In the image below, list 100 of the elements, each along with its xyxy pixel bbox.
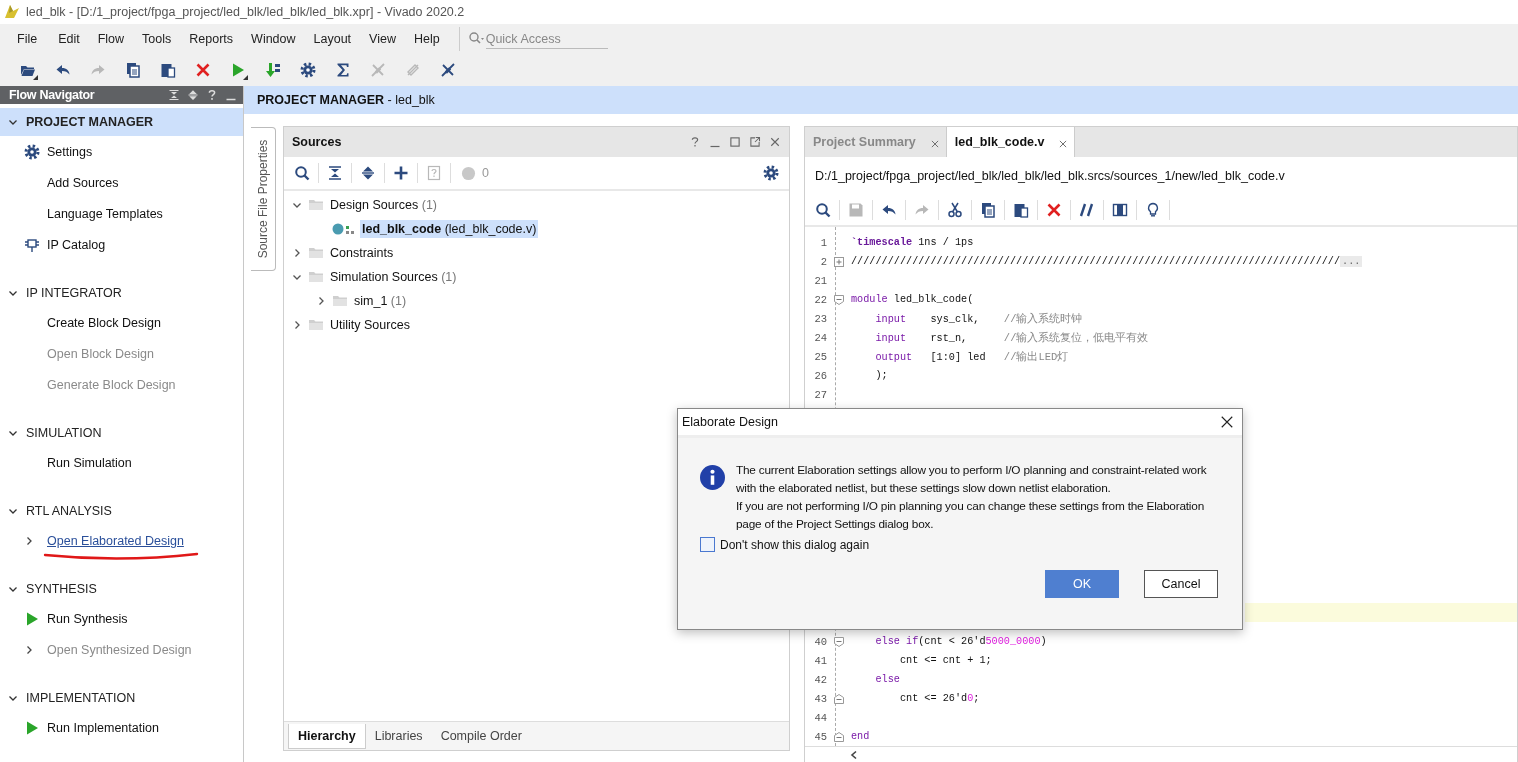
code-line: else if(cnt < 26'd5000_0000) xyxy=(874,636,1047,647)
play-icon xyxy=(24,610,40,627)
section-title: IMPLEMENTATION xyxy=(26,691,136,705)
tree-item[interactable]: Simulation Sources (1) xyxy=(328,268,459,286)
popout-icon[interactable] xyxy=(749,136,761,148)
section-row[interactable]: PROJECT MANAGER xyxy=(0,108,243,136)
chevron-right-icon[interactable] xyxy=(24,535,34,546)
folder-icon xyxy=(308,197,324,213)
delete-icon[interactable] xyxy=(194,62,211,78)
folder-icon xyxy=(308,245,324,261)
fold-collapse-icon[interactable] xyxy=(833,635,845,648)
fold-collapse-icon[interactable] xyxy=(833,293,845,306)
tree-item[interactable]: led_blk_code (led_blk_code.v) xyxy=(360,220,539,238)
chevron-down-icon[interactable] xyxy=(8,428,18,438)
menu-item[interactable]: Help xyxy=(404,30,449,48)
navigator-task[interactable]: Settings xyxy=(47,144,93,159)
navigator-task[interactable]: Open Elaborated Design xyxy=(47,533,184,548)
chevron-right-icon[interactable] xyxy=(24,644,34,655)
help-icon[interactable] xyxy=(206,89,218,101)
search-icon[interactable] xyxy=(815,202,831,218)
delete-icon[interactable] xyxy=(1046,202,1062,218)
chevron-right-icon[interactable] xyxy=(292,248,302,258)
section-title: SIMULATION xyxy=(26,426,102,440)
chevron-down-icon[interactable] xyxy=(8,584,18,594)
dropdown-corner-icon[interactable] xyxy=(243,75,248,80)
chevron-down-icon[interactable] xyxy=(8,288,18,298)
section-row[interactable]: SYNTHESIS xyxy=(0,575,243,603)
tree-item[interactable]: Constraints xyxy=(328,244,396,262)
section-row[interactable]: IP INTEGRATOR xyxy=(0,279,243,307)
tree-item[interactable]: Design Sources (1) xyxy=(328,196,439,214)
navigator-task[interactable]: Run Synthesis xyxy=(47,611,128,626)
navigator-task[interactable]: Run Implementation xyxy=(47,720,159,735)
tree-item[interactable]: Utility Sources xyxy=(328,316,412,334)
plus-icon[interactable] xyxy=(393,165,409,181)
section-row[interactable]: SIMULATION xyxy=(0,419,243,447)
play-icon xyxy=(24,719,40,736)
chevron-right-icon[interactable] xyxy=(316,296,326,306)
settings-icon[interactable] xyxy=(763,165,779,181)
section-row[interactable]: RTL ANALYSIS xyxy=(0,497,243,525)
line-number: 43 xyxy=(813,692,827,705)
fold-end-icon[interactable] xyxy=(833,692,845,705)
menu-item[interactable]: File xyxy=(8,30,50,48)
panel-tab[interactable]: Compile Order xyxy=(431,724,531,748)
line-number: 42 xyxy=(813,673,827,686)
dialog-button[interactable]: OK xyxy=(1045,570,1119,598)
expand-all-icon[interactable] xyxy=(360,165,376,181)
editor-tab[interactable]: led_blk_code.v xyxy=(946,127,1076,157)
info-icon xyxy=(700,465,725,490)
navigator-task[interactable]: Create Block Design xyxy=(47,315,161,330)
columns-icon[interactable] xyxy=(1112,202,1128,218)
download-icon[interactable] xyxy=(264,62,281,78)
chevron-down-icon[interactable] xyxy=(8,117,18,127)
dropdown-corner-icon[interactable] xyxy=(33,75,38,80)
navigator-task[interactable]: Language Templates xyxy=(47,206,163,221)
comment-slashes-icon[interactable] xyxy=(1079,202,1095,218)
chevron-down-icon[interactable] xyxy=(8,506,18,516)
side-tab[interactable]: Source File Properties xyxy=(251,127,276,271)
collapse-all-icon[interactable] xyxy=(327,165,343,181)
menu-item[interactable]: Tools xyxy=(133,30,181,48)
menu-item[interactable]: Reports xyxy=(180,30,243,48)
close-icon[interactable] xyxy=(1220,415,1234,429)
quick-access-field[interactable]: Quick Access xyxy=(485,29,608,49)
settings-icon[interactable] xyxy=(299,62,316,78)
checkbox-label[interactable]: Don't show this dialog again xyxy=(720,537,870,552)
navigator-task[interactable]: Add Sources xyxy=(47,175,119,190)
panel-tab[interactable]: Libraries xyxy=(365,724,432,748)
chevron-down-icon[interactable] xyxy=(292,200,302,210)
section-title: PROJECT MANAGER xyxy=(26,115,154,129)
line-number: 26 xyxy=(813,369,827,382)
expand-all-icon[interactable] xyxy=(187,89,199,101)
section-row[interactable]: IMPLEMENTATION xyxy=(0,684,243,712)
search-icon[interactable] xyxy=(294,165,310,181)
menu-item[interactable]: Flow xyxy=(88,30,134,48)
line-number: 22 xyxy=(813,293,827,306)
paste-icon[interactable] xyxy=(159,62,176,78)
fold-expand-icon[interactable] xyxy=(833,255,845,268)
code-line: //////////////////////////////////////////////////////////////////////////////// ... xyxy=(851,256,1363,267)
lightbulb-icon[interactable] xyxy=(1145,202,1161,218)
copy-icon[interactable] xyxy=(980,202,996,218)
tree-item[interactable]: sim_1 (1) xyxy=(352,292,409,310)
panel-tab[interactable]: Hierarchy xyxy=(288,723,366,749)
menu-item[interactable]: Layout xyxy=(304,30,361,48)
chevron-down-icon[interactable] xyxy=(8,693,18,703)
dialog-button[interactable]: Cancel xyxy=(1144,570,1218,598)
menu-item[interactable]: Edit xyxy=(49,30,89,48)
menu-item[interactable]: View xyxy=(360,30,405,48)
navigator-task[interactable]: IP Catalog xyxy=(47,237,106,252)
chevron-right-icon[interactable] xyxy=(292,320,302,330)
menu-item[interactable]: Window xyxy=(242,30,305,48)
chevron-down-icon[interactable] xyxy=(292,272,302,282)
scroll-left-icon[interactable] xyxy=(849,750,859,760)
scissors-icon[interactable] xyxy=(947,202,963,218)
maximize-icon[interactable] xyxy=(729,136,741,148)
help-icon[interactable] xyxy=(689,136,701,148)
paste-icon[interactable] xyxy=(1013,202,1029,218)
copy-icon[interactable] xyxy=(124,62,141,78)
navigator-task[interactable]: Run Simulation xyxy=(47,455,132,470)
code-line: module led_blk_code( xyxy=(851,294,974,305)
fold-end-icon[interactable] xyxy=(833,730,845,743)
checkbox[interactable] xyxy=(700,537,715,552)
